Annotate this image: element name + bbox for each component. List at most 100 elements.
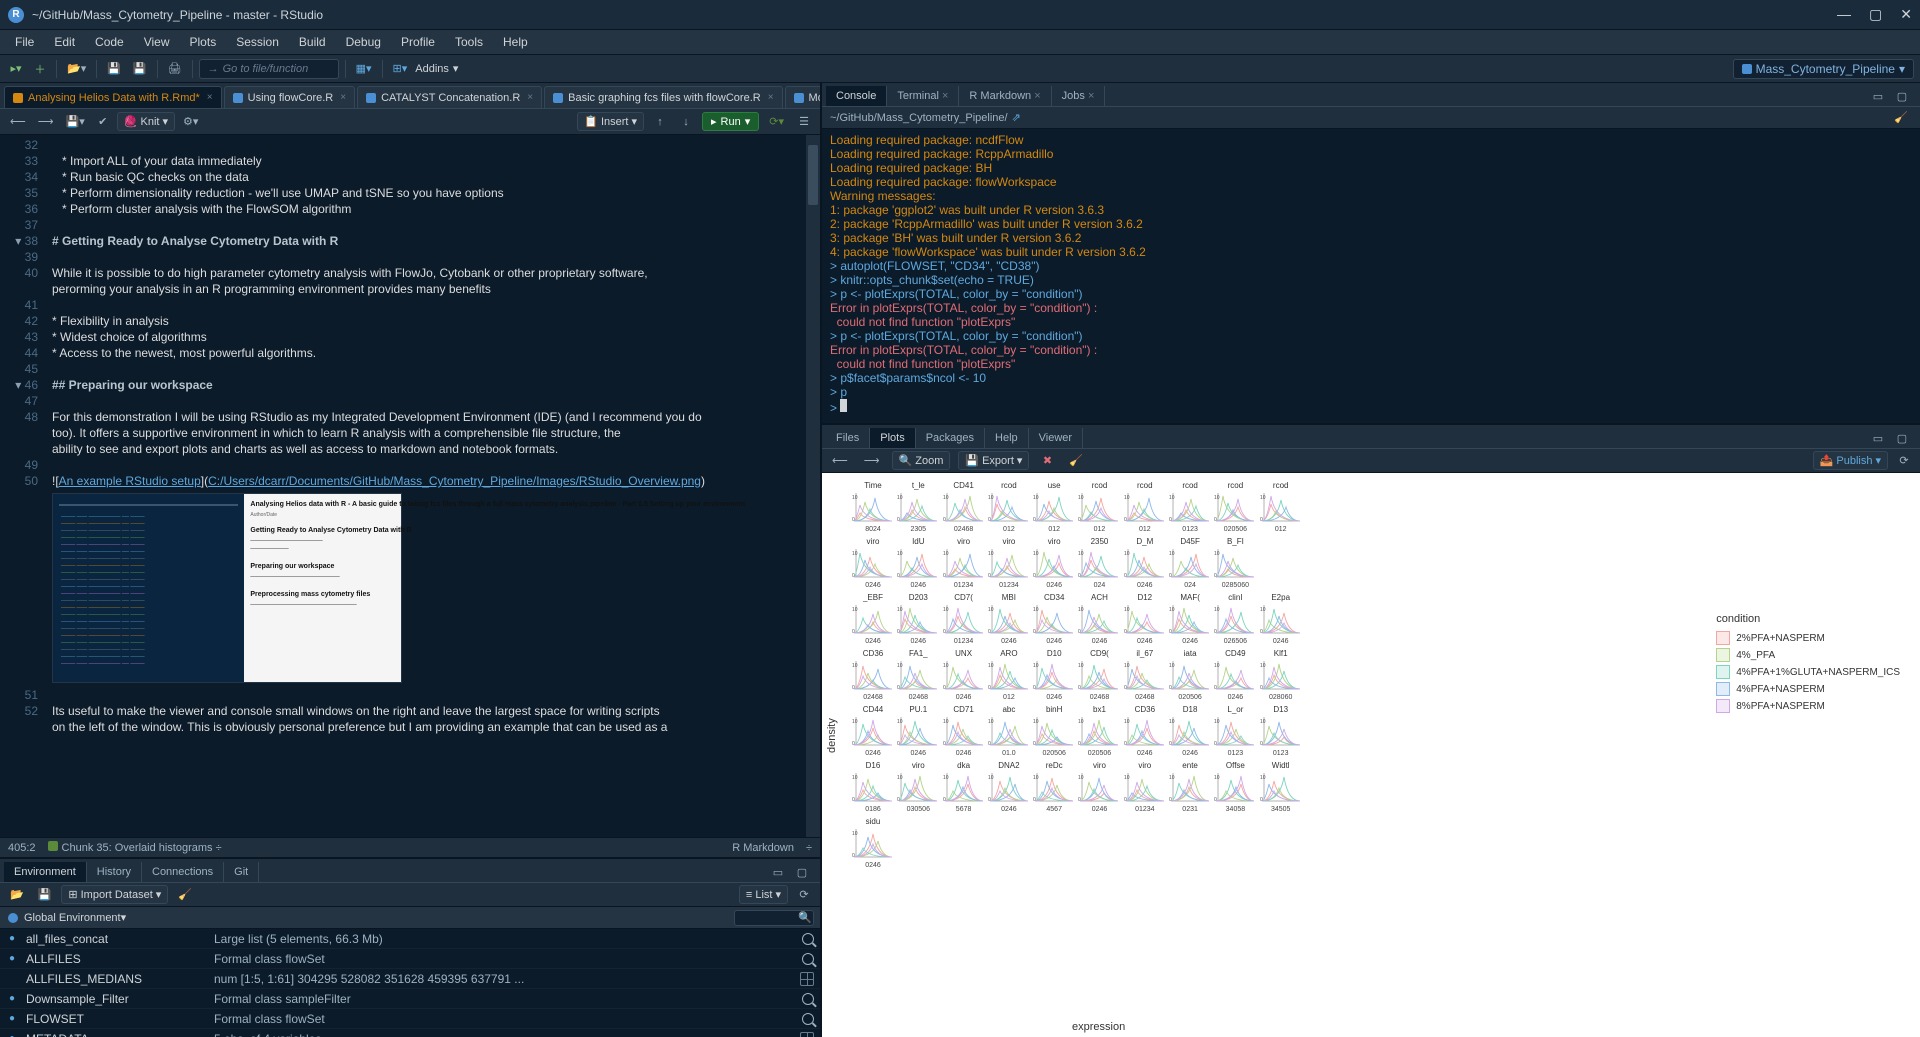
close-tab-icon[interactable]: ×: [527, 92, 533, 103]
menu-debug[interactable]: Debug: [337, 32, 390, 52]
save-all-button[interactable]: 💾: [129, 59, 151, 79]
addins-menu[interactable]: Addins ▾: [415, 62, 458, 75]
expand-icon[interactable]: ●: [6, 1033, 18, 1037]
close-tab-icon[interactable]: ×: [1085, 90, 1094, 102]
tab-git[interactable]: Git: [224, 862, 259, 882]
editor-tab[interactable]: Using flowCore.R×: [224, 86, 355, 108]
clear-plots-button[interactable]: 🧹: [1065, 451, 1087, 471]
tab-plots[interactable]: Plots: [870, 428, 915, 448]
doc-mode[interactable]: R Markdown: [732, 842, 794, 854]
tab-environment[interactable]: Environment: [4, 862, 87, 882]
tab-viewer[interactable]: Viewer: [1029, 428, 1083, 448]
outline-button[interactable]: ☰: [794, 112, 814, 132]
remove-plot-button[interactable]: ✖: [1037, 451, 1057, 471]
editor-tab[interactable]: Basic graphing fcs files with flowCore.R…: [544, 86, 782, 108]
minimize-button[interactable]: —: [1837, 6, 1851, 23]
menu-plots[interactable]: Plots: [181, 32, 226, 52]
console-body[interactable]: Loading required package: ncdfFlowLoadin…: [822, 129, 1920, 423]
console-maximize-button[interactable]: ▢: [1892, 86, 1912, 106]
close-tab-icon[interactable]: ×: [340, 92, 346, 103]
goto-file-function-input[interactable]: →Go to file/function: [199, 59, 339, 79]
menu-build[interactable]: Build: [290, 32, 335, 52]
menu-file[interactable]: File: [6, 32, 43, 52]
inspect-icon[interactable]: [802, 953, 814, 965]
refresh-env-button[interactable]: ⟳: [794, 885, 814, 905]
tab-jobs[interactable]: Jobs ×: [1052, 86, 1106, 106]
expand-icon[interactable]: ●: [6, 933, 18, 944]
save-doc-button[interactable]: 💾▾: [62, 112, 89, 132]
export-button[interactable]: 💾 Export ▾: [958, 451, 1029, 470]
inspect-icon[interactable]: [802, 933, 814, 945]
packages-button[interactable]: ▦▾: [352, 59, 376, 79]
close-tab-icon[interactable]: ×: [768, 92, 774, 103]
editor-tab[interactable]: Analysing Helios Data with R.Rmd*×: [4, 86, 222, 108]
back-button[interactable]: ⟵: [6, 112, 30, 132]
publish-button[interactable]: 📤 Publish ▾: [1813, 451, 1888, 470]
expand-icon[interactable]: ●: [6, 993, 18, 1004]
spellcheck-button[interactable]: ✔: [93, 112, 113, 132]
env-row[interactable]: ●ALLFILESFormal class flowSet: [0, 949, 820, 969]
menu-help[interactable]: Help: [494, 32, 537, 52]
console-minimize-button[interactable]: ▭: [1868, 86, 1888, 106]
settings-button[interactable]: ⚙▾: [179, 112, 202, 132]
plots-minimize-button[interactable]: ▭: [1868, 428, 1888, 448]
new-file-button[interactable]: ▸▾: [6, 59, 26, 79]
menu-edit[interactable]: Edit: [45, 32, 84, 52]
menu-view[interactable]: View: [135, 32, 179, 52]
view-data-icon[interactable]: [800, 1032, 814, 1037]
editor-scrollbar[interactable]: [806, 135, 820, 837]
plots-maximize-button[interactable]: ▢: [1892, 428, 1912, 448]
chunk-name[interactable]: Chunk 35: Overlaid histograms: [62, 842, 213, 854]
env-row[interactable]: ●Downsample_FilterFormal class sampleFil…: [0, 989, 820, 1009]
editor-tab[interactable]: CATALYST Concatenation.R×: [357, 86, 542, 108]
tab-history[interactable]: History: [87, 862, 142, 882]
menu-profile[interactable]: Profile: [392, 32, 444, 52]
forward-button[interactable]: ⟶: [34, 112, 58, 132]
plot-prev-button[interactable]: ⟵: [828, 451, 852, 471]
view-data-icon[interactable]: [800, 972, 814, 986]
expand-icon[interactable]: ●: [6, 1013, 18, 1024]
knit-button[interactable]: 🧶 Knit ▾: [117, 112, 175, 131]
chunk-down-button[interactable]: ↓: [676, 112, 696, 132]
print-button[interactable]: 🖨: [164, 59, 186, 79]
tab-connections[interactable]: Connections: [142, 862, 224, 882]
maximize-button[interactable]: ▢: [1869, 6, 1882, 23]
open-file-button[interactable]: 📂▾: [63, 59, 90, 79]
close-tab-icon[interactable]: ×: [939, 90, 948, 102]
editor-tab[interactable]: More complex analysis.R×: [785, 86, 820, 108]
env-maximize-button[interactable]: ▢: [792, 862, 812, 882]
env-row[interactable]: ●all_files_concatLarge list (5 elements,…: [0, 929, 820, 949]
insert-button[interactable]: 📋 Insert ▾: [577, 112, 644, 131]
list-mode-button[interactable]: ≡ List ▾: [739, 885, 788, 904]
clear-console-button[interactable]: 🧹: [1890, 108, 1912, 128]
close-tab-icon[interactable]: ×: [207, 92, 213, 103]
editor-body[interactable]: 323334353637▾ 3839404142434445▾ 46474849…: [0, 135, 820, 837]
menu-tools[interactable]: Tools: [446, 32, 492, 52]
clear-workspace-button[interactable]: 🧹: [174, 885, 196, 905]
tab-r-markdown[interactable]: R Markdown ×: [959, 86, 1051, 106]
grid-button[interactable]: ⊞▾: [389, 59, 412, 79]
tab-packages[interactable]: Packages: [916, 428, 985, 448]
refresh-plots-button[interactable]: ⟳: [1894, 451, 1914, 471]
env-row[interactable]: ●FLOWSETFormal class flowSet: [0, 1009, 820, 1029]
zoom-button[interactable]: 🔍 Zoom: [892, 451, 951, 470]
menu-session[interactable]: Session: [227, 32, 288, 52]
close-button[interactable]: ✕: [1900, 6, 1912, 23]
tab-files[interactable]: Files: [826, 428, 870, 448]
env-minimize-button[interactable]: ▭: [768, 862, 788, 882]
console-path-go-icon[interactable]: ⇗: [1012, 111, 1021, 124]
inspect-icon[interactable]: [802, 993, 814, 1005]
save-workspace-button[interactable]: 💾: [34, 885, 56, 905]
tab-help[interactable]: Help: [985, 428, 1029, 448]
env-row[interactable]: ALLFILES_MEDIANSnum [1:5, 1:61] 304295 5…: [0, 969, 820, 989]
env-scope-selector[interactable]: Global Environment ▾ 🔍: [0, 907, 820, 929]
plot-next-button[interactable]: ⟶: [860, 451, 884, 471]
close-tab-icon[interactable]: ×: [1031, 90, 1040, 102]
import-dataset-button[interactable]: ⊞ Import Dataset ▾: [61, 885, 168, 904]
project-selector[interactable]: Mass_Cytometry_Pipeline ▾: [1733, 59, 1914, 79]
tab-terminal[interactable]: Terminal ×: [887, 86, 959, 106]
tab-console[interactable]: Console: [826, 86, 887, 106]
save-button[interactable]: 💾: [103, 59, 125, 79]
new-project-button[interactable]: ＋: [30, 59, 50, 79]
expand-icon[interactable]: ●: [6, 953, 18, 964]
